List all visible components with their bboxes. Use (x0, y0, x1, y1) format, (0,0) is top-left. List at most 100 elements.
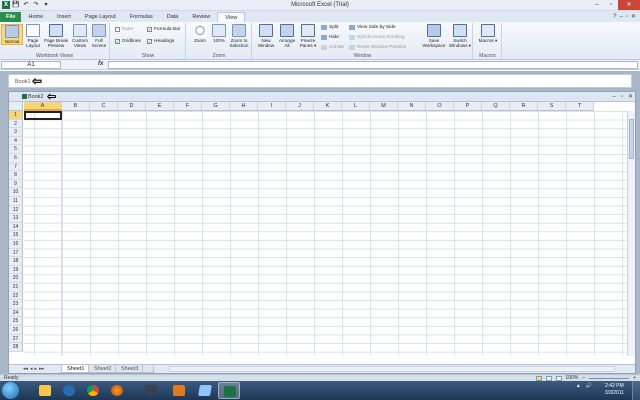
row-header[interactable]: 8 (9, 171, 23, 180)
column-header[interactable]: H (230, 102, 258, 111)
row-header[interactable]: 11 (9, 197, 23, 206)
sheet-nav-button[interactable]: ▸ (35, 366, 38, 372)
row-header[interactable]: 3 (9, 128, 23, 137)
full-screen-button[interactable]: Full Screen (88, 24, 110, 48)
insert-function-icon[interactable]: fx (98, 61, 103, 67)
ruler-checkbox[interactable]: Ruler (115, 27, 133, 32)
row-header[interactable]: 26 (9, 326, 23, 335)
excel-taskbar-button[interactable] (218, 382, 240, 399)
explorer-taskbar-button[interactable] (34, 382, 56, 399)
gridlines-checkbox[interactable]: ✓ Gridlines (115, 39, 141, 44)
macros-button[interactable]: Macros ▾ (477, 24, 499, 43)
tab-insert[interactable]: Insert (50, 12, 78, 22)
tab-review[interactable]: Review (185, 12, 217, 22)
switch-windows-button[interactable]: Switch Windows ▾ (447, 24, 473, 48)
tab-file[interactable]: File (0, 12, 22, 22)
column-header[interactable]: C (90, 102, 118, 111)
formula-input[interactable] (108, 61, 638, 69)
chrome-taskbar-button[interactable] (82, 382, 104, 399)
column-header[interactable]: N (398, 102, 426, 111)
workbook-close-button[interactable]: ✕ (628, 93, 633, 101)
column-header[interactable]: F (174, 102, 202, 111)
row-header[interactable]: 12 (9, 205, 23, 215)
row-header[interactable]: 23 (9, 300, 23, 309)
split-button[interactable]: Split (321, 25, 338, 30)
vertical-scrollbar[interactable] (627, 111, 635, 356)
normal-view-button[interactable]: Normal (1, 24, 23, 45)
sheet-nav-button[interactable]: ▸▸ (39, 366, 44, 372)
sheet-nav-button[interactable]: ◂◂ (23, 366, 28, 372)
unhide-button[interactable]: Unhide (321, 45, 344, 50)
maximize-button[interactable]: ▫ (604, 0, 618, 10)
column-header[interactable]: O (426, 102, 454, 111)
tray-expand-icon[interactable]: ▲ (576, 383, 581, 389)
column-header[interactable]: M (370, 102, 398, 111)
volume-icon[interactable]: 🔊 (586, 383, 592, 389)
ribbon-restore-icon[interactable]: ▫ (626, 12, 628, 22)
active-cell-a1[interactable] (24, 111, 62, 120)
show-desktop-button[interactable] (632, 381, 640, 400)
column-header[interactable]: B (62, 102, 90, 111)
column-header[interactable]: R (510, 102, 538, 111)
row-header[interactable]: 9 (9, 179, 23, 189)
name-box[interactable]: A1 (1, 61, 61, 69)
minimize-button[interactable]: – (590, 0, 604, 10)
sheet-tab[interactable]: Sheet2 (88, 365, 118, 373)
row-header[interactable]: 16 (9, 240, 23, 249)
firefox-taskbar-button[interactable] (106, 382, 128, 399)
row-header[interactable]: 22 (9, 291, 23, 301)
row-header[interactable]: 4 (9, 136, 23, 146)
column-header[interactable]: G (202, 102, 230, 111)
sheet-tab[interactable]: Sheet3 (115, 365, 145, 373)
column-header[interactable]: E (146, 102, 174, 111)
vertical-scroll-thumb[interactable] (629, 119, 634, 159)
column-header[interactable]: L (342, 102, 370, 111)
start-button[interactable] (2, 382, 19, 399)
media-taskbar-button[interactable] (140, 382, 162, 399)
horizontal-scrollbar[interactable] (169, 366, 615, 372)
workbook-close-icon[interactable]: ✕ (631, 12, 636, 22)
row-header[interactable]: 28 (9, 343, 23, 352)
column-header[interactable]: P (454, 102, 482, 111)
workbook-restore-button[interactable]: ▫ (621, 93, 623, 101)
reset-window-position-button[interactable]: Reset Window Position (349, 45, 406, 50)
column-header[interactable]: S (538, 102, 566, 111)
row-header[interactable]: 24 (9, 308, 23, 318)
column-header[interactable]: T (566, 102, 594, 111)
ribbon-minimize-icon[interactable]: – (619, 12, 622, 22)
tab-data[interactable]: Data (160, 12, 186, 22)
minimized-workbook[interactable]: Book1 (8, 74, 632, 88)
insert-sheet-icon[interactable] (142, 365, 154, 373)
row-header[interactable]: 2 (9, 119, 23, 129)
column-header[interactable]: Q (482, 102, 510, 111)
close-button[interactable]: ✕ (618, 0, 640, 10)
column-header[interactable]: J (286, 102, 314, 111)
media-player-taskbar-button[interactable] (58, 382, 80, 399)
row-header[interactable]: 7 (9, 162, 23, 172)
zoom-to-selection-button[interactable]: Zoom to Selection (227, 24, 251, 48)
zoom-slider[interactable] (589, 378, 630, 379)
row-header[interactable]: 18 (9, 257, 23, 266)
cell-area[interactable] (24, 111, 627, 356)
row-header[interactable]: 25 (9, 317, 23, 326)
new-window-button[interactable]: New Window (255, 24, 277, 48)
tab-page-layout[interactable]: Page Layout (78, 12, 123, 22)
column-header[interactable]: D (118, 102, 146, 111)
hide-button[interactable]: Hide (321, 35, 339, 40)
tab-view[interactable]: View (217, 12, 246, 22)
row-header[interactable]: 6 (9, 154, 23, 163)
spreadsheet-grid[interactable]: A B C D E F G H I J K L M N O P Q R S T 1 2 3 4 5 6 7 8 9 10 11 12 13 14 1… (9, 102, 635, 356)
view-side-by-side-button[interactable]: View Side by Side (349, 25, 396, 30)
synchronous-scrolling-button[interactable]: Synchronous Scrolling (349, 35, 405, 40)
row-header[interactable]: 1 (9, 111, 23, 120)
clock[interactable]: 2:42 PM 3/3/2011 (605, 383, 624, 397)
row-header[interactable]: 15 (9, 231, 23, 240)
row-header[interactable]: 14 (9, 222, 23, 232)
freeze-panes-button[interactable]: Freeze Panes ▾ (297, 24, 319, 48)
row-header[interactable]: 10 (9, 188, 23, 197)
help-icon[interactable]: ? (613, 12, 616, 22)
column-header[interactable]: K (314, 102, 342, 111)
column-header[interactable]: A (24, 102, 62, 111)
formula-bar-checkbox[interactable]: ✓ Formula Bar (147, 27, 180, 32)
app-taskbar-button[interactable] (194, 382, 216, 399)
